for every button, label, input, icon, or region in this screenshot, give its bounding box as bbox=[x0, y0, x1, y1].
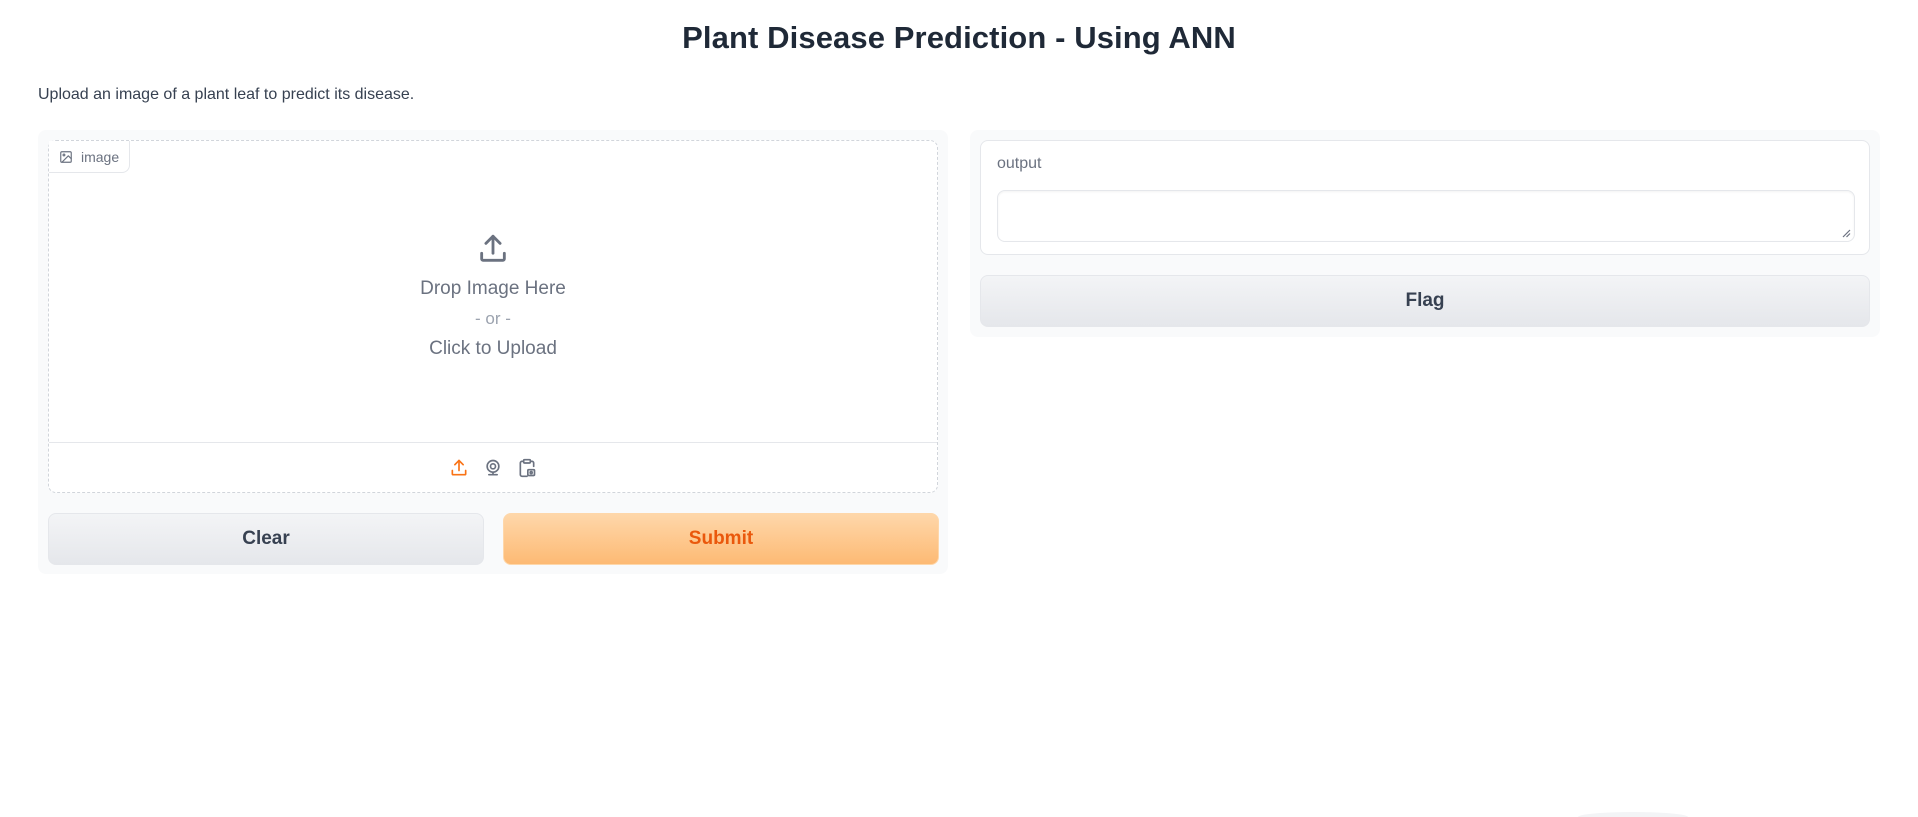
click-to-upload-text: Click to Upload bbox=[429, 337, 557, 359]
clear-button[interactable]: Clear bbox=[48, 513, 484, 565]
webcam-icon bbox=[486, 459, 500, 475]
clipboard-source-button[interactable] bbox=[516, 457, 538, 479]
output-panel: output Flag bbox=[970, 130, 1880, 337]
upload-source-button[interactable] bbox=[448, 457, 470, 479]
image-icon bbox=[60, 150, 72, 163]
image-source-bar bbox=[49, 442, 937, 492]
app-page: Plant Disease Prediction - Using ANN Upl… bbox=[0, 0, 1918, 817]
webcam-source-button[interactable] bbox=[482, 457, 504, 479]
output-textbox[interactable] bbox=[997, 190, 1855, 242]
image-label-tag: image bbox=[49, 141, 131, 173]
submit-button[interactable]: Submit bbox=[503, 513, 939, 565]
or-separator-text: - or - bbox=[475, 308, 511, 328]
image-upload-dropzone[interactable]: Drop Image Here - or - Click to Upload i… bbox=[48, 140, 938, 493]
page-description: Upload an image of a plant leaf to predi… bbox=[38, 86, 415, 103]
page-title: Plant Disease Prediction - Using ANN bbox=[682, 20, 1236, 55]
resize-handle-icon[interactable] bbox=[1841, 228, 1851, 238]
clipboard-icon bbox=[519, 458, 536, 477]
footer-edge-shape bbox=[1578, 812, 1688, 817]
drop-image-text: Drop Image Here bbox=[420, 277, 566, 299]
output-block: output bbox=[980, 140, 1870, 255]
upload-icon bbox=[451, 459, 467, 475]
output-label: output bbox=[997, 155, 1042, 172]
flag-button[interactable]: Flag bbox=[980, 275, 1870, 327]
upload-icon bbox=[480, 234, 506, 262]
input-panel: Drop Image Here - or - Click to Upload i… bbox=[38, 130, 948, 574]
image-label: image bbox=[81, 148, 120, 165]
drop-area[interactable]: Drop Image Here - or - Click to Upload bbox=[49, 141, 937, 442]
